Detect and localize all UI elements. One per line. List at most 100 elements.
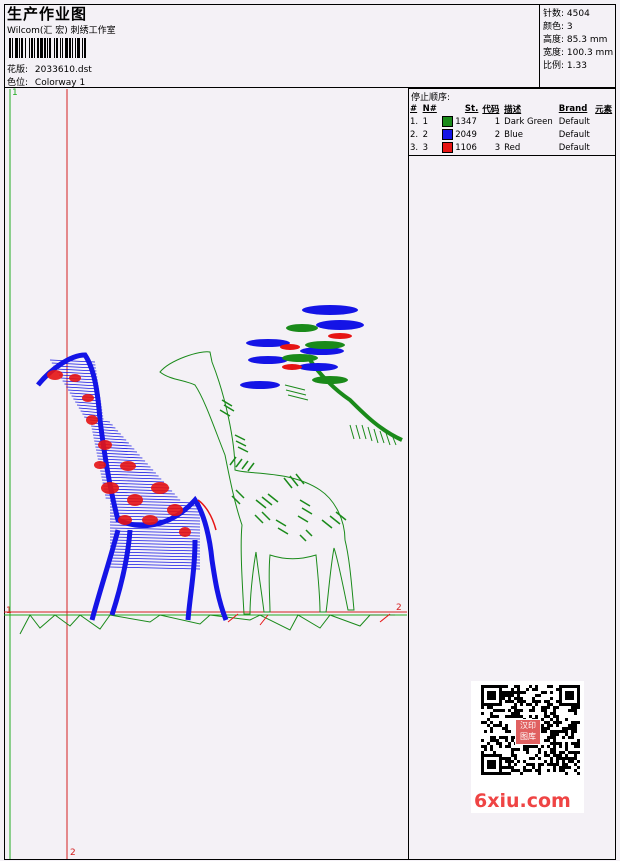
qr-module xyxy=(544,700,547,703)
qr-module xyxy=(571,736,574,739)
qr-module xyxy=(556,733,559,736)
qr-module xyxy=(532,745,535,748)
qr-module xyxy=(514,769,517,772)
qr-module xyxy=(526,745,529,748)
qr-module xyxy=(511,715,514,718)
qr-module xyxy=(532,766,535,769)
qr-module xyxy=(553,754,556,757)
qr-module xyxy=(559,766,562,769)
giraffe-spot xyxy=(98,440,112,450)
qr-module xyxy=(556,706,559,709)
qr-module xyxy=(487,724,490,727)
qr-module xyxy=(493,751,496,754)
qr-module xyxy=(502,757,505,760)
qr-module xyxy=(550,730,553,733)
qr-module xyxy=(520,703,523,706)
hatch-line xyxy=(109,551,201,555)
canopy-leaf xyxy=(302,305,358,315)
qr-module xyxy=(568,751,571,754)
qr-module xyxy=(553,763,556,766)
qr-module xyxy=(508,715,511,718)
qr-module xyxy=(526,763,529,766)
qr-module xyxy=(538,769,541,772)
qr-module xyxy=(550,748,553,751)
qr-module xyxy=(571,733,574,736)
qr-module xyxy=(550,697,553,700)
qr-module xyxy=(547,745,550,748)
qr-module xyxy=(508,745,511,748)
qr-module xyxy=(502,727,505,730)
qr-module xyxy=(553,739,556,742)
qr-module xyxy=(505,736,508,739)
qr-module xyxy=(535,703,538,706)
qr-module xyxy=(577,751,580,754)
qr-module xyxy=(490,748,493,751)
qr-module xyxy=(553,721,556,724)
qr-finder-core xyxy=(565,691,574,700)
qr-module xyxy=(517,709,520,712)
qr-module xyxy=(547,754,550,757)
qr-module xyxy=(532,763,535,766)
giraffe-spot xyxy=(151,482,169,494)
outline-giraffe xyxy=(159,351,355,615)
qr-module xyxy=(544,754,547,757)
qr-finder-core xyxy=(487,760,496,769)
qr-module xyxy=(535,700,538,703)
qr-module xyxy=(511,766,514,769)
qr-module xyxy=(505,715,508,718)
giraffe-spot xyxy=(47,370,63,380)
qr-module xyxy=(505,745,508,748)
qr-module xyxy=(481,745,484,748)
hatch-line xyxy=(91,428,119,432)
qr-module xyxy=(535,769,538,772)
qr-module xyxy=(538,766,541,769)
qr-module xyxy=(544,691,547,694)
qr-module xyxy=(577,766,580,769)
canopy-leaf xyxy=(248,356,288,364)
qr-module xyxy=(550,757,553,760)
hatch-line xyxy=(109,554,201,558)
qr-module xyxy=(502,691,505,694)
hatch-line xyxy=(109,500,201,504)
qr-module xyxy=(565,754,568,757)
qr-module xyxy=(550,685,553,688)
qr-module xyxy=(547,727,550,730)
qr-module xyxy=(508,742,511,745)
qr-module xyxy=(502,694,505,697)
giraffe-spot xyxy=(120,461,136,471)
qr-module xyxy=(535,745,538,748)
qr-module xyxy=(514,754,517,757)
qr-module xyxy=(574,712,577,715)
qr-module xyxy=(556,742,559,745)
qr-module xyxy=(490,721,493,724)
qr-module xyxy=(520,700,523,703)
qr-module xyxy=(553,730,556,733)
qr-module xyxy=(568,709,571,712)
qr-module xyxy=(502,685,505,688)
qr-module xyxy=(520,772,523,775)
qr-module xyxy=(538,772,541,775)
qr-module xyxy=(490,715,493,718)
qr-module xyxy=(529,763,532,766)
giraffe-spot xyxy=(101,482,119,494)
qr-module xyxy=(562,757,565,760)
hatch-line xyxy=(109,503,201,507)
canopy-leaf xyxy=(298,363,338,371)
qr-module xyxy=(574,757,577,760)
qr-module xyxy=(556,715,559,718)
qr-module xyxy=(490,739,493,742)
qr-module xyxy=(511,712,514,715)
qr-module xyxy=(529,703,532,706)
giraffe-spot xyxy=(118,515,132,525)
qr-module xyxy=(544,727,547,730)
qr-module xyxy=(565,742,568,745)
qr-module xyxy=(505,727,508,730)
qr-module xyxy=(574,751,577,754)
qr-module xyxy=(487,706,490,709)
axis-label-right: 2 xyxy=(396,603,402,613)
qr-finder-core xyxy=(487,691,496,700)
qr-module xyxy=(547,706,550,709)
qr-module xyxy=(520,697,523,700)
qr-module xyxy=(490,712,493,715)
qr-module xyxy=(553,712,556,715)
